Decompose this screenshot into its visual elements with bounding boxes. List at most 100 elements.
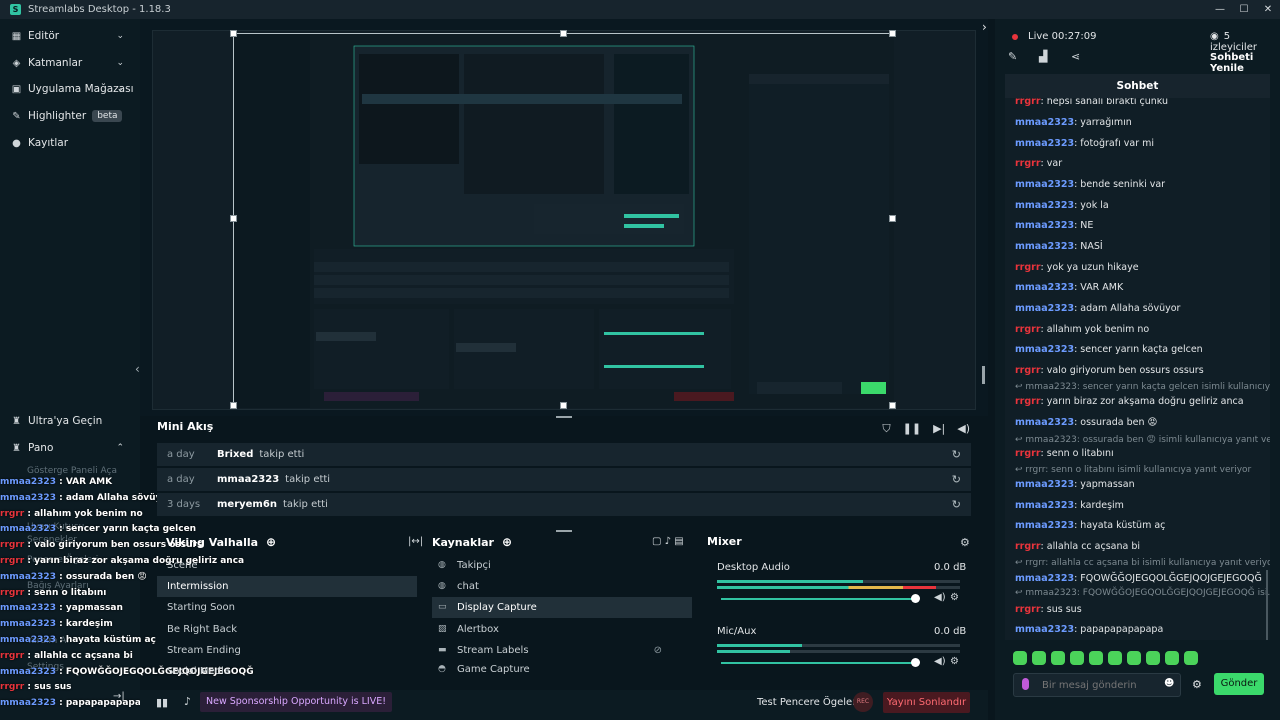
mic-icon[interactable] xyxy=(1022,678,1029,690)
volume-slider[interactable] xyxy=(721,662,916,664)
sidebar-item-layers[interactable]: ◈ Katmanlar ⌄ xyxy=(0,50,140,76)
chat-username[interactable]: mmaa2323 xyxy=(1015,417,1074,428)
chevron-down-icon[interactable]: ⌄ xyxy=(116,31,124,41)
chat-username[interactable]: rrgrr xyxy=(1015,98,1041,107)
volume-icon[interactable]: ◀) xyxy=(957,422,970,436)
resize-handle[interactable] xyxy=(889,215,896,222)
chat-messages[interactable]: rrgrr: hepsi sanali bıraktı çunku mmaa232… xyxy=(1005,98,1270,640)
chat-username[interactable]: mmaa2323 xyxy=(1015,573,1074,584)
panel-resize-grip[interactable] xyxy=(556,416,572,418)
resize-handle[interactable] xyxy=(230,215,237,222)
source-item[interactable]: ▬ Stream Labels ⊘ xyxy=(432,640,692,661)
ghost-menu-item[interactable]: Gösterge Paneli Aça xyxy=(27,466,117,476)
source-item[interactable]: ▨ Alertbox xyxy=(432,619,692,640)
chat-username[interactable]: rrgrr xyxy=(1015,541,1041,552)
emote-icon[interactable] xyxy=(1184,651,1198,665)
close-button[interactable]: ✕ xyxy=(1256,0,1280,19)
source-item[interactable]: ▭ Display Capture xyxy=(432,597,692,618)
resize-handle[interactable] xyxy=(889,402,896,409)
volume-slider-knob[interactable] xyxy=(911,594,920,603)
chat-username[interactable]: mmaa2323 xyxy=(1015,179,1074,190)
scene-item[interactable]: Be Right Back xyxy=(157,619,417,640)
chat-username[interactable]: mmaa2323 xyxy=(1015,138,1074,149)
resize-handle[interactable] xyxy=(560,402,567,409)
filter-icon[interactable]: ⛉ xyxy=(882,422,890,436)
sidebar-item-editor[interactable]: ▦ Editör ⌄ xyxy=(0,23,140,49)
transition-icon[interactable]: |↔| xyxy=(408,536,423,547)
sidebar-item-recordings[interactable]: ● Kayıtlar xyxy=(0,130,140,156)
collapse-arrow-icon[interactable]: →| xyxy=(113,691,125,702)
chevron-up-icon[interactable]: ⌃ xyxy=(116,443,124,453)
emote-icon[interactable] xyxy=(1108,651,1122,665)
sidebar-item-ultra[interactable]: ♜ Ultra'ya Geçin xyxy=(0,408,140,434)
add-source-icon[interactable]: ⊕ xyxy=(502,535,512,549)
emote-icon[interactable] xyxy=(1032,651,1046,665)
resize-handle[interactable] xyxy=(230,30,237,37)
emote-icon[interactable] xyxy=(1051,651,1065,665)
scene-item[interactable]: Scene xyxy=(157,555,417,576)
source-actions-icon[interactable]: ▢ ♪ ▤ xyxy=(652,536,684,547)
chat-settings-icon[interactable]: ⚙ xyxy=(1192,678,1202,691)
bell-icon[interactable]: ♪ xyxy=(184,695,191,708)
share-icon[interactable]: ⋖ xyxy=(1071,50,1080,63)
chat-username[interactable]: rrgrr xyxy=(1015,604,1041,615)
add-scene-icon[interactable]: ⊕ xyxy=(266,535,276,549)
sponsorship-banner[interactable]: New Sponsorship Opportunity is LIVE! xyxy=(200,692,393,712)
volume-icon[interactable]: ◀) xyxy=(934,656,946,667)
volume-slider[interactable] xyxy=(721,598,916,600)
emote-icon[interactable] xyxy=(1013,651,1027,665)
chat-username[interactable]: rrgrr xyxy=(1015,158,1041,169)
chat-username[interactable]: mmaa2323 xyxy=(1015,282,1074,293)
emote-icon[interactable] xyxy=(1146,651,1160,665)
edit-icon[interactable]: ✎ xyxy=(1008,50,1017,63)
emote-icon[interactable] xyxy=(1165,651,1179,665)
chat-username[interactable]: mmaa2323 xyxy=(1015,520,1074,531)
store-icon[interactable]: ▟ xyxy=(1039,50,1047,63)
sidebar-item-highlighter[interactable]: ✎ Highlighter beta xyxy=(0,103,140,129)
chat-username[interactable]: rrgrr xyxy=(1015,324,1041,335)
scene-item[interactable]: Social Media xyxy=(157,661,417,675)
chevron-right-icon[interactable]: › xyxy=(982,20,987,34)
hidden-eye-icon[interactable]: ⊘ xyxy=(654,640,662,661)
chat-username[interactable]: mmaa2323 xyxy=(1015,624,1074,635)
panel-resize-grip[interactable] xyxy=(556,530,572,532)
sidebar-item-dashboard[interactable]: ♜ Pano ⌃ xyxy=(0,435,140,461)
test-widgets-button[interactable]: Test Pencere Ögeleri xyxy=(757,697,859,708)
gear-icon[interactable]: ⚙ xyxy=(950,656,959,667)
resize-handle[interactable] xyxy=(982,366,985,384)
volume-icon[interactable]: ◀) xyxy=(934,592,946,603)
chevron-down-icon[interactable]: ⌄ xyxy=(116,84,124,94)
skip-icon[interactable]: ▶| xyxy=(933,422,945,436)
scene-item[interactable]: Starting Soon xyxy=(157,597,417,618)
display-capture-source[interactable] xyxy=(233,33,894,408)
reload-chat-button[interactable]: Sohbeti Yenile xyxy=(1210,52,1280,74)
scene-collection-title[interactable]: Viking Valhalla xyxy=(166,536,258,549)
chat-input-box[interactable]: ☻ xyxy=(1013,673,1181,697)
stats-icon[interactable]: ▮▮ xyxy=(156,696,168,709)
replay-icon[interactable]: ↻ xyxy=(952,448,961,461)
chat-username[interactable]: mmaa2323 xyxy=(1015,220,1074,231)
gear-icon[interactable]: ⚙ xyxy=(950,592,959,603)
chat-username[interactable]: rrgrr xyxy=(1015,365,1041,376)
emote-icon[interactable] xyxy=(1089,651,1103,665)
chat-username[interactable]: rrgrr xyxy=(1015,396,1041,407)
emote-icon[interactable] xyxy=(1127,651,1141,665)
chat-scrollbar[interactable] xyxy=(1266,570,1268,640)
resize-handle[interactable] xyxy=(560,30,567,37)
replay-icon[interactable]: ↻ xyxy=(952,473,961,486)
chat-username[interactable]: rrgrr xyxy=(1015,262,1041,273)
send-button[interactable]: Gönder xyxy=(1214,673,1264,695)
emote-icon[interactable] xyxy=(1070,651,1084,665)
chat-username[interactable]: rrgrr xyxy=(1015,448,1041,459)
resize-handle[interactable] xyxy=(230,402,237,409)
resize-handle[interactable] xyxy=(889,30,896,37)
emoji-icon[interactable]: ☻ xyxy=(1164,678,1174,689)
volume-slider-knob[interactable] xyxy=(911,658,920,667)
maximize-button[interactable]: ☐ xyxy=(1232,0,1256,19)
pause-icon[interactable]: ❚❚ xyxy=(903,422,921,436)
chevron-left-icon[interactable]: ‹ xyxy=(135,362,140,376)
scene-item[interactable]: Intermission xyxy=(157,576,417,597)
source-item[interactable]: ◍ Takipçi xyxy=(432,555,692,576)
chat-username[interactable]: mmaa2323 xyxy=(1015,303,1074,314)
sidebar-item-app-store[interactable]: ▣ Uygulama Mağazası ⌄ xyxy=(0,76,140,102)
